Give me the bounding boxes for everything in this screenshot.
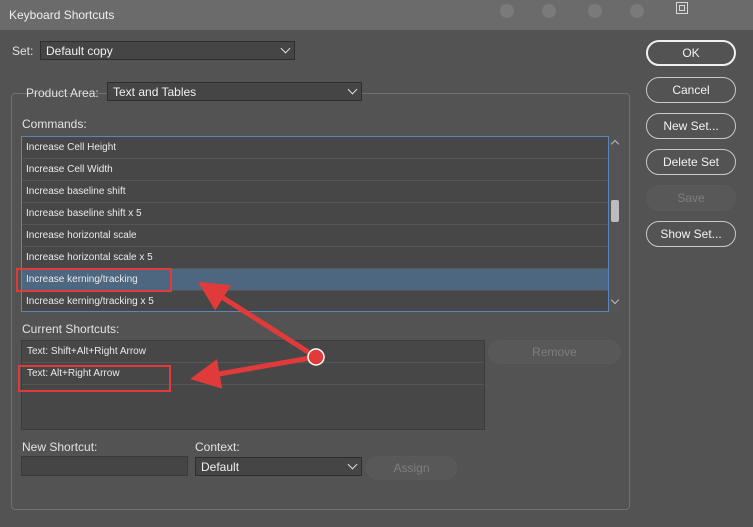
annotation-arrows (190, 281, 325, 389)
arrow-to-shortcut (190, 354, 319, 389)
arrow-origin-dot (307, 348, 325, 366)
arrow-to-command (197, 281, 319, 360)
